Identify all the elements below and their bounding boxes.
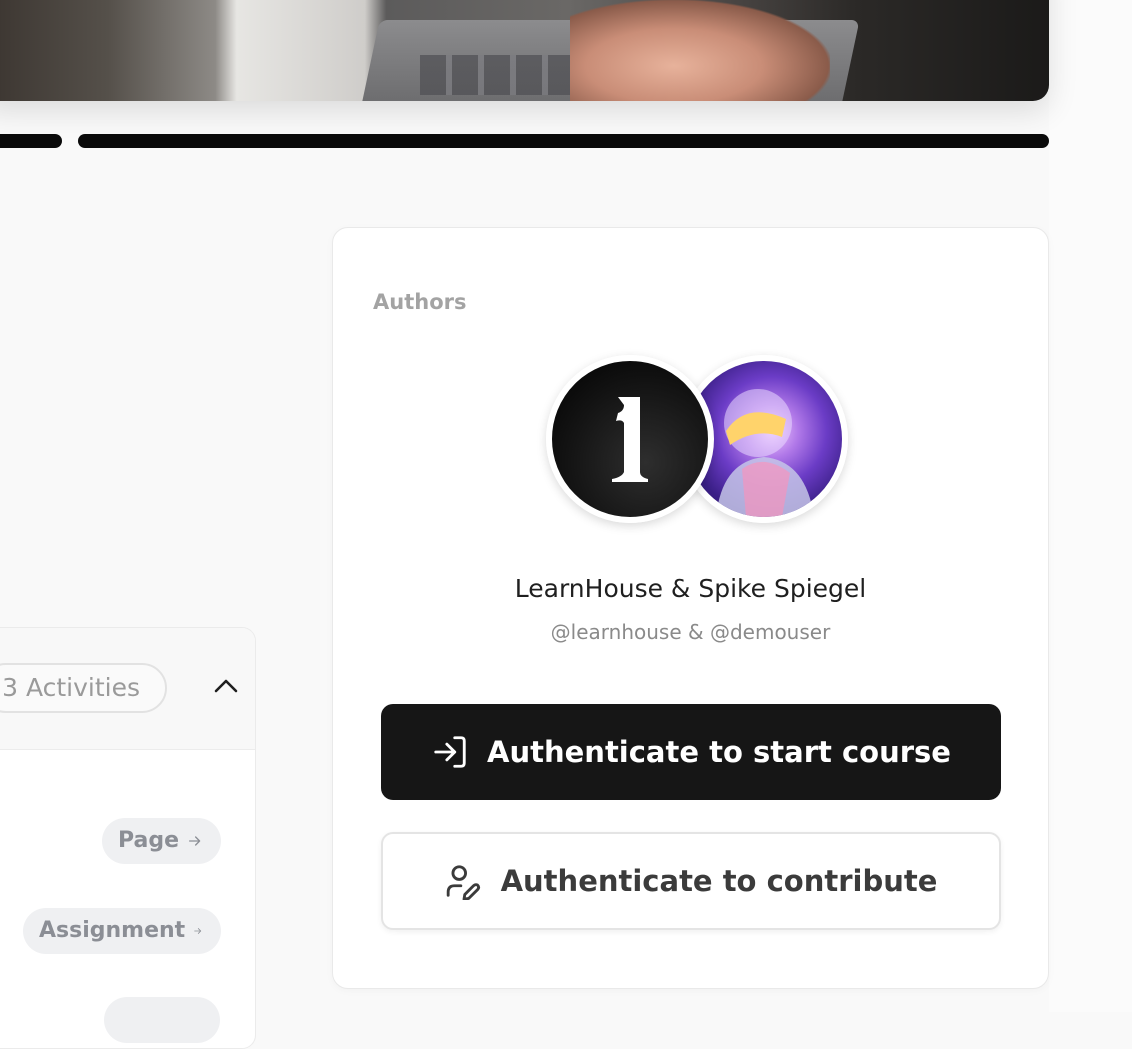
log-in-icon — [434, 736, 466, 768]
arrow-right-icon — [194, 928, 202, 934]
author-handles: @learnhouse & @demouser — [550, 620, 831, 644]
avatar-learnhouse — [546, 355, 714, 523]
hand-image-detail — [570, 0, 830, 101]
start-course-label: Authenticate to start course — [487, 735, 951, 769]
contribute-button[interactable]: Authenticate to contribute — [381, 832, 1001, 930]
activities-count-badge: 3 Activities — [0, 663, 167, 713]
activity-type-partial[interactable] — [104, 997, 220, 1043]
chevron-up-icon[interactable] — [212, 672, 240, 700]
course-thumbnail — [0, 0, 1049, 101]
activity-type-label: Assignment — [39, 918, 186, 943]
start-course-button[interactable]: Authenticate to start course — [381, 704, 1001, 800]
authors-card: Authors LearnHouse & Spike Spiegel @lear… — [332, 227, 1049, 989]
activity-type-page[interactable]: Page — [102, 818, 221, 864]
learnhouse-logo-icon — [612, 397, 648, 482]
course-progress-segment — [0, 134, 62, 148]
contribute-label: Authenticate to contribute — [500, 864, 938, 898]
course-progress-segment — [78, 134, 1049, 148]
page-margin — [1049, 0, 1132, 1012]
arrow-right-icon — [189, 836, 201, 846]
activity-type-label: Page — [118, 828, 180, 853]
author-names: LearnHouse & Spike Spiegel — [514, 574, 867, 603]
user-pen-icon — [446, 865, 480, 900]
activity-type-assignment[interactable]: Assignment — [23, 908, 221, 954]
authors-heading: Authors — [373, 290, 467, 314]
